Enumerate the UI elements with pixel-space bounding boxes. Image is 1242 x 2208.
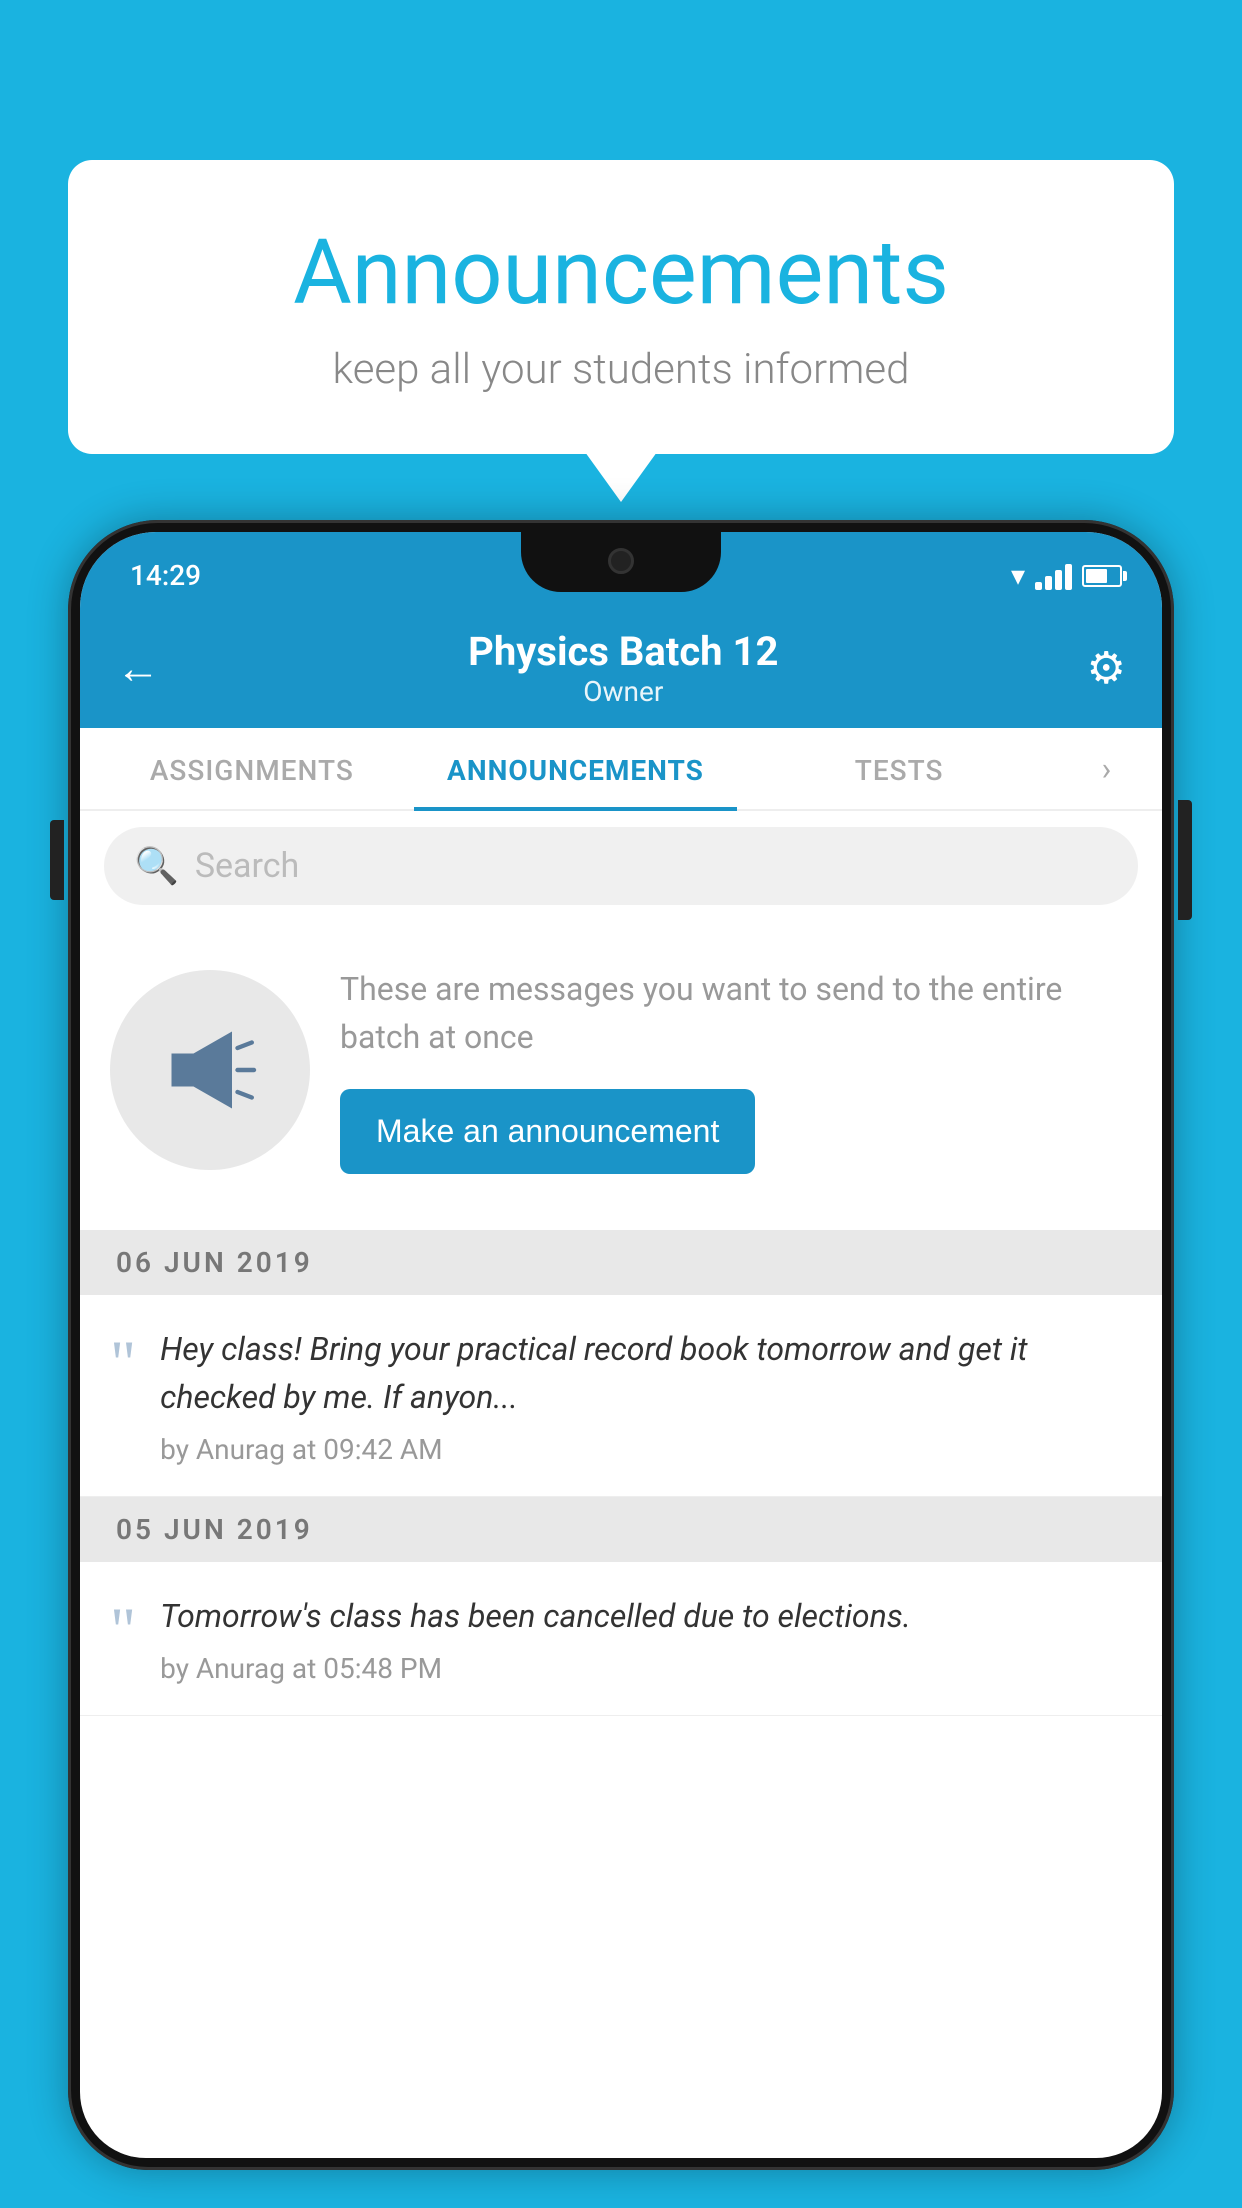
header-center: Physics Batch 12 Owner <box>468 628 778 708</box>
camera <box>608 548 634 574</box>
prompt-right: These are messages you want to send to t… <box>340 965 1132 1174</box>
make-announcement-button[interactable]: Make an announcement <box>340 1089 755 1174</box>
content-area: 🔍 Search <box>80 811 1162 1716</box>
phone-frame: 14:29 ▾ ← Phys <box>68 520 1174 2208</box>
prompt-description: These are messages you want to send to t… <box>340 965 1132 1061</box>
megaphone-circle <box>110 970 310 1170</box>
settings-icon[interactable]: ⚙ <box>1087 642 1126 694</box>
search-icon: 🔍 <box>134 845 179 887</box>
status-icons: ▾ <box>1011 559 1122 592</box>
bubble-subtitle: keep all your students informed <box>118 345 1124 394</box>
notch <box>521 532 721 592</box>
search-container: 🔍 Search <box>80 811 1162 921</box>
date-separator-1: 06 JUN 2019 <box>80 1230 1162 1295</box>
date-separator-2: 05 JUN 2019 <box>80 1497 1162 1562</box>
app-header: ← Physics Batch 12 Owner ⚙ <box>80 604 1162 728</box>
announcement-meta-1: by Anurag at 09:42 AM <box>160 1433 1132 1466</box>
phone-outer: 14:29 ▾ ← Phys <box>68 520 1174 2170</box>
announcement-text-2: Tomorrow's class has been cancelled due … <box>160 1592 1132 1640</box>
announcement-content-1: Hey class! Bring your practical record b… <box>160 1325 1132 1466</box>
search-input[interactable]: Search <box>195 846 299 886</box>
megaphone-icon <box>155 1015 265 1125</box>
signal-bars <box>1035 562 1072 590</box>
tabs-bar: ASSIGNMENTS ANNOUNCEMENTS TESTS › <box>80 728 1162 811</box>
batch-title: Physics Batch 12 <box>468 628 778 675</box>
back-button[interactable]: ← <box>116 642 160 694</box>
battery-icon <box>1082 565 1122 587</box>
wifi-icon: ▾ <box>1011 559 1025 592</box>
tab-announcements[interactable]: ANNOUNCEMENTS <box>414 728 738 809</box>
tab-assignments[interactable]: ASSIGNMENTS <box>90 728 414 809</box>
announcement-text-1: Hey class! Bring your practical record b… <box>160 1325 1132 1421</box>
search-bar[interactable]: 🔍 Search <box>104 827 1138 905</box>
speech-bubble-container: Announcements keep all your students inf… <box>68 160 1174 454</box>
quote-icon-2: " <box>110 1592 136 1685</box>
tab-more[interactable]: › <box>1061 728 1152 809</box>
status-time: 14:29 <box>120 559 201 592</box>
announcement-prompt: These are messages you want to send to t… <box>80 925 1162 1214</box>
tab-tests[interactable]: TESTS <box>737 728 1061 809</box>
announcement-item-1[interactable]: " Hey class! Bring your practical record… <box>80 1295 1162 1497</box>
announcement-content-2: Tomorrow's class has been cancelled due … <box>160 1592 1132 1685</box>
announcement-item-2[interactable]: " Tomorrow's class has been cancelled du… <box>80 1562 1162 1716</box>
bubble-title: Announcements <box>118 220 1124 325</box>
announcement-meta-2: by Anurag at 05:48 PM <box>160 1652 1132 1685</box>
phone-screen: 14:29 ▾ ← Phys <box>80 532 1162 2158</box>
quote-icon-1: " <box>110 1325 136 1466</box>
batch-role: Owner <box>468 675 778 708</box>
speech-bubble: Announcements keep all your students inf… <box>68 160 1174 454</box>
